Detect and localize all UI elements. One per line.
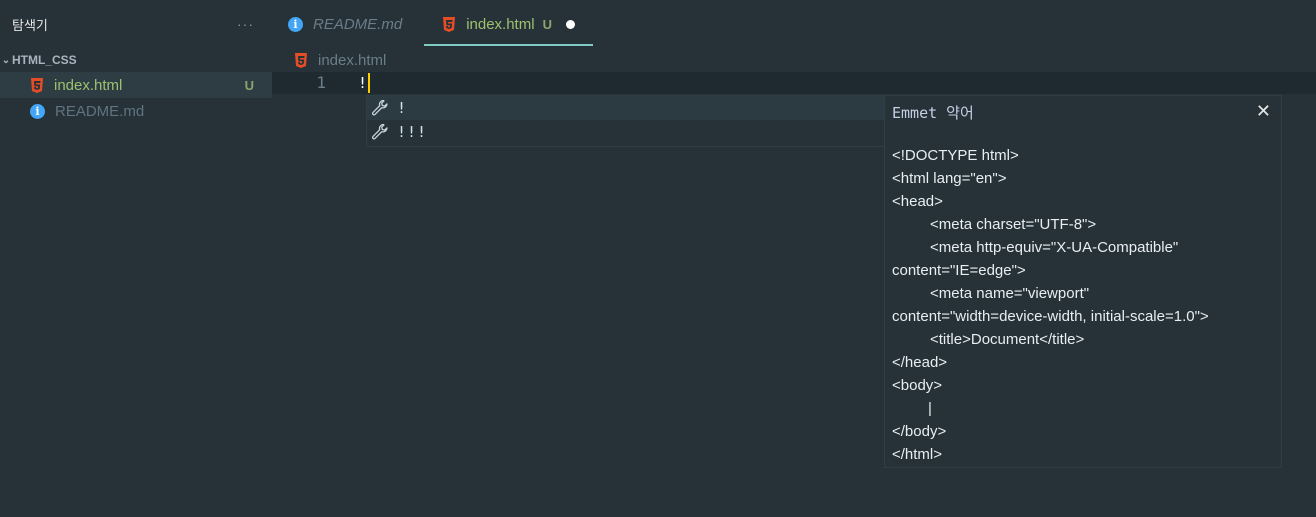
info-icon: i [288,16,303,32]
explorer-header: 탐색기 ··· [0,0,272,48]
file-name: README.md [55,102,145,120]
details-line: <head> [892,193,943,210]
suggestion-details: Emmet 약어 ✕ <!DOCTYPE html> <html lang="e… [884,95,1282,468]
details-body: <!DOCTYPE html> <html lang="en"> <head> … [892,144,1271,466]
details-line: content="IE=edge"> [892,262,1026,279]
git-status-badge: U [244,77,254,93]
code-text: ! [358,74,368,92]
details-line: | [928,400,932,417]
explorer-sidebar: 탐색기 ··· ⌄ HTML_CSS index.html U i README… [0,0,272,517]
details-line: </html> [892,446,943,463]
html5-icon [30,77,44,93]
html5-icon [294,52,308,68]
details-title: Emmet 약어 [892,104,974,122]
explorer-title: 탐색기 [12,17,48,33]
breadcrumb-file: index.html [318,51,387,69]
details-line: content="width=device-width, initial-sca… [892,308,1209,325]
current-line-highlight [272,72,1316,94]
folder-name: HTML_CSS [12,53,77,67]
info-icon: i [30,103,45,119]
folder-html-css[interactable]: ⌄ HTML_CSS [0,48,272,72]
details-line: <html lang="en"> [892,170,1007,187]
details-line: <!DOCTYPE html> [892,147,1019,164]
code-line[interactable]: ! [358,72,371,94]
tab-readme-md[interactable]: i README.md [272,0,418,48]
more-actions-icon[interactable]: ··· [237,16,254,32]
text-cursor [368,73,371,93]
chevron-down-icon: ⌄ [1,54,11,66]
suggestion-item[interactable]: !!! [367,120,885,144]
wrench-icon [371,99,388,116]
details-line: <title>Document</title> [930,331,1085,348]
suggestion-label: ! [397,99,408,117]
breadcrumb[interactable]: index.html [294,48,386,72]
close-icon[interactable]: ✕ [1256,101,1271,122]
details-line: </body> [892,423,947,440]
details-line: <meta charset="UTF-8"> [930,216,1097,233]
git-status-badge: U [542,16,552,32]
file-item-readme-md[interactable]: i README.md [0,98,272,124]
wrench-icon [371,123,388,140]
tab-label: index.html [466,15,535,33]
editor-tabs: i README.md index.html U [272,0,1316,48]
suggestion-list: ! !!! [366,95,885,147]
html5-icon [442,16,456,32]
file-item-index-html[interactable]: index.html U [0,72,272,98]
file-name: index.html [54,76,123,94]
unsaved-dot-icon[interactable] [565,19,575,29]
suggestion-item[interactable]: ! [367,96,885,120]
tab-index-html[interactable]: index.html U [424,0,593,48]
tab-label: README.md [313,15,403,33]
details-line: <body> [892,377,943,394]
line-number: 1 [316,73,326,92]
vscode-window: 탐색기 ··· ⌄ HTML_CSS index.html U i README… [0,0,1316,517]
details-line: <meta name="viewport" [930,285,1090,302]
suggestion-label: !!! [397,123,428,141]
details-line: <meta http-equiv="X-UA-Compatible" [930,239,1179,256]
details-line: </head> [892,354,948,371]
